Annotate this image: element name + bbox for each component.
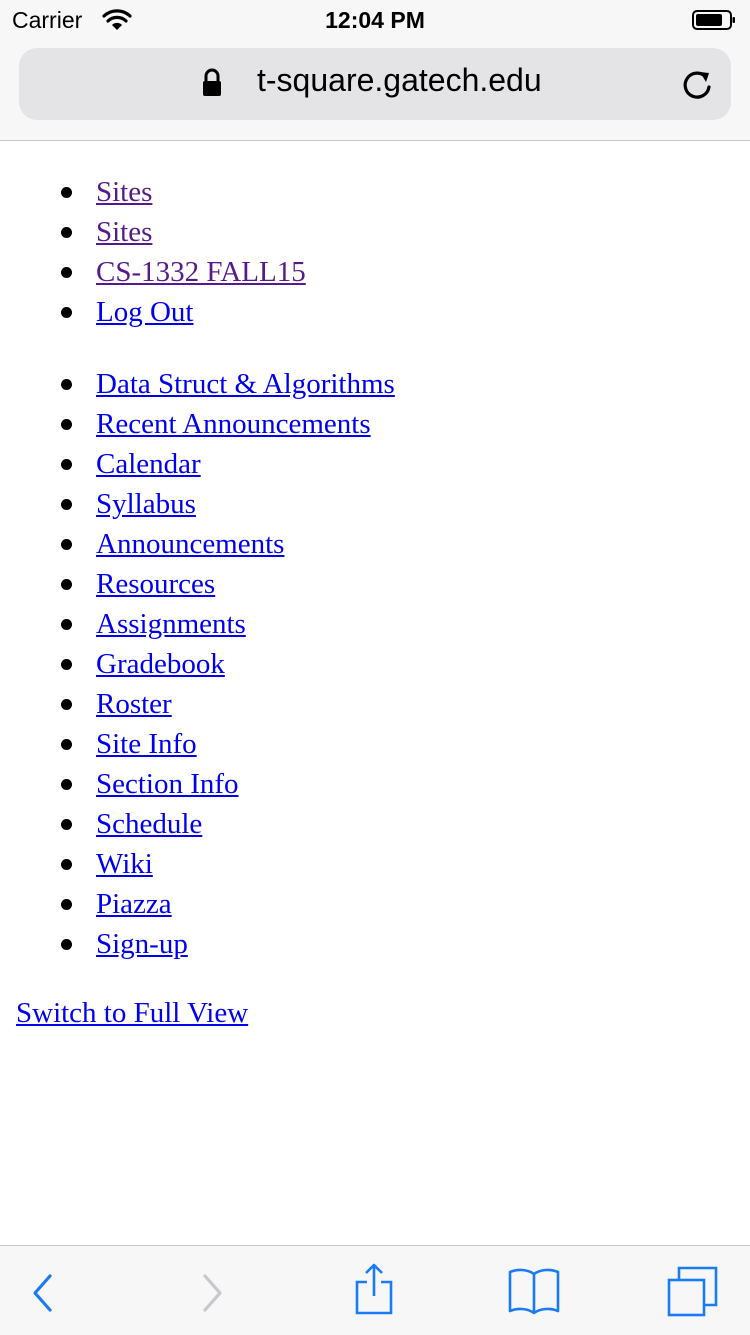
link-site-info[interactable]: Site Info xyxy=(96,724,197,764)
list-item: Sign-up xyxy=(0,924,750,964)
link-course-site[interactable]: CS-1332 FALL15 xyxy=(96,252,306,292)
bullet xyxy=(61,267,72,278)
list-item: Recent Announcements xyxy=(0,404,750,444)
bullet xyxy=(61,899,72,910)
link-log-out[interactable]: Log Out xyxy=(96,292,193,332)
bullet xyxy=(61,859,72,870)
link-gradebook[interactable]: Gradebook xyxy=(96,644,225,684)
link-assignments[interactable]: Assignments xyxy=(96,604,246,644)
tabs-button[interactable] xyxy=(664,1246,724,1335)
reload-icon[interactable] xyxy=(679,67,715,103)
browser-toolbar xyxy=(0,1245,750,1335)
list-item: Calendar xyxy=(0,444,750,484)
link-calendar[interactable]: Calendar xyxy=(96,444,201,484)
bullet xyxy=(61,227,72,238)
bullet xyxy=(61,539,72,550)
list-item: Sites xyxy=(0,212,750,252)
list-item: Resources xyxy=(0,564,750,604)
list-item: Data Struct & Algorithms xyxy=(0,364,750,404)
bullet xyxy=(61,499,72,510)
list-item: Site Info xyxy=(0,724,750,764)
url-text[interactable]: t-square.gatech.edu xyxy=(257,62,542,99)
back-icon xyxy=(33,1274,52,1312)
forward-button[interactable] xyxy=(182,1246,242,1335)
bullet xyxy=(61,779,72,790)
tool-nav-list: Data Struct & Algorithms Recent Announce… xyxy=(0,364,750,964)
bullet xyxy=(61,307,72,318)
list-item: Schedule xyxy=(0,804,750,844)
bullet xyxy=(61,579,72,590)
lock-icon xyxy=(203,68,221,96)
status-bar: Carrier 12:04 PM xyxy=(0,0,750,40)
clock: 12:04 PM xyxy=(325,7,425,33)
share-button[interactable] xyxy=(344,1246,404,1335)
link-roster[interactable]: Roster xyxy=(96,684,172,724)
list-item: Announcements xyxy=(0,524,750,564)
link-wiki[interactable]: Wiki xyxy=(96,844,153,884)
list-item: Syllabus xyxy=(0,484,750,524)
link-resources[interactable]: Resources xyxy=(96,564,215,604)
bullet xyxy=(61,699,72,710)
list-item: Log Out xyxy=(0,292,750,332)
site-nav-list: Sites Sites CS-1332 FALL15 Log Out xyxy=(0,172,750,332)
bullet xyxy=(61,819,72,830)
list-item: Section Info xyxy=(0,764,750,804)
list-item: Roster xyxy=(0,684,750,724)
share-icon xyxy=(355,1263,393,1315)
battery-icon xyxy=(692,10,735,30)
browser-navbar: t-square.gatech.edu xyxy=(0,40,750,141)
list-item: CS-1332 FALL15 xyxy=(0,252,750,292)
link-sign-up[interactable]: Sign-up xyxy=(96,924,188,964)
list-item: Gradebook xyxy=(0,644,750,684)
bullet xyxy=(61,459,72,470)
bookmarks-icon xyxy=(508,1268,560,1315)
bullet xyxy=(61,659,72,670)
link-home[interactable]: Data Struct & Algorithms xyxy=(96,364,395,404)
list-item: Piazza xyxy=(0,884,750,924)
list-item: Assignments xyxy=(0,604,750,644)
link-announcements[interactable]: Announcements xyxy=(96,524,284,564)
link-piazza[interactable]: Piazza xyxy=(96,884,172,924)
tabs-icon xyxy=(667,1266,718,1317)
bullet xyxy=(61,187,72,198)
bullet xyxy=(61,619,72,630)
link-syllabus[interactable]: Syllabus xyxy=(96,484,196,524)
list-item: Wiki xyxy=(0,844,750,884)
link-recent-announcements[interactable]: Recent Announcements xyxy=(96,404,371,444)
link-section-info[interactable]: Section Info xyxy=(96,764,239,804)
link-sites[interactable]: Sites xyxy=(96,172,152,212)
back-button[interactable] xyxy=(14,1246,74,1335)
link-schedule[interactable]: Schedule xyxy=(96,804,202,844)
address-field[interactable]: t-square.gatech.edu xyxy=(19,48,731,120)
link-sites-2[interactable]: Sites xyxy=(96,212,152,252)
bullet xyxy=(61,939,72,950)
switch-full-view-link[interactable]: Switch to Full View xyxy=(16,997,248,1030)
bullet xyxy=(61,739,72,750)
list-item: Sites xyxy=(0,172,750,212)
bullet xyxy=(61,419,72,430)
forward-icon xyxy=(203,1274,222,1312)
bullet xyxy=(61,379,72,390)
bookmarks-button[interactable] xyxy=(504,1246,564,1335)
